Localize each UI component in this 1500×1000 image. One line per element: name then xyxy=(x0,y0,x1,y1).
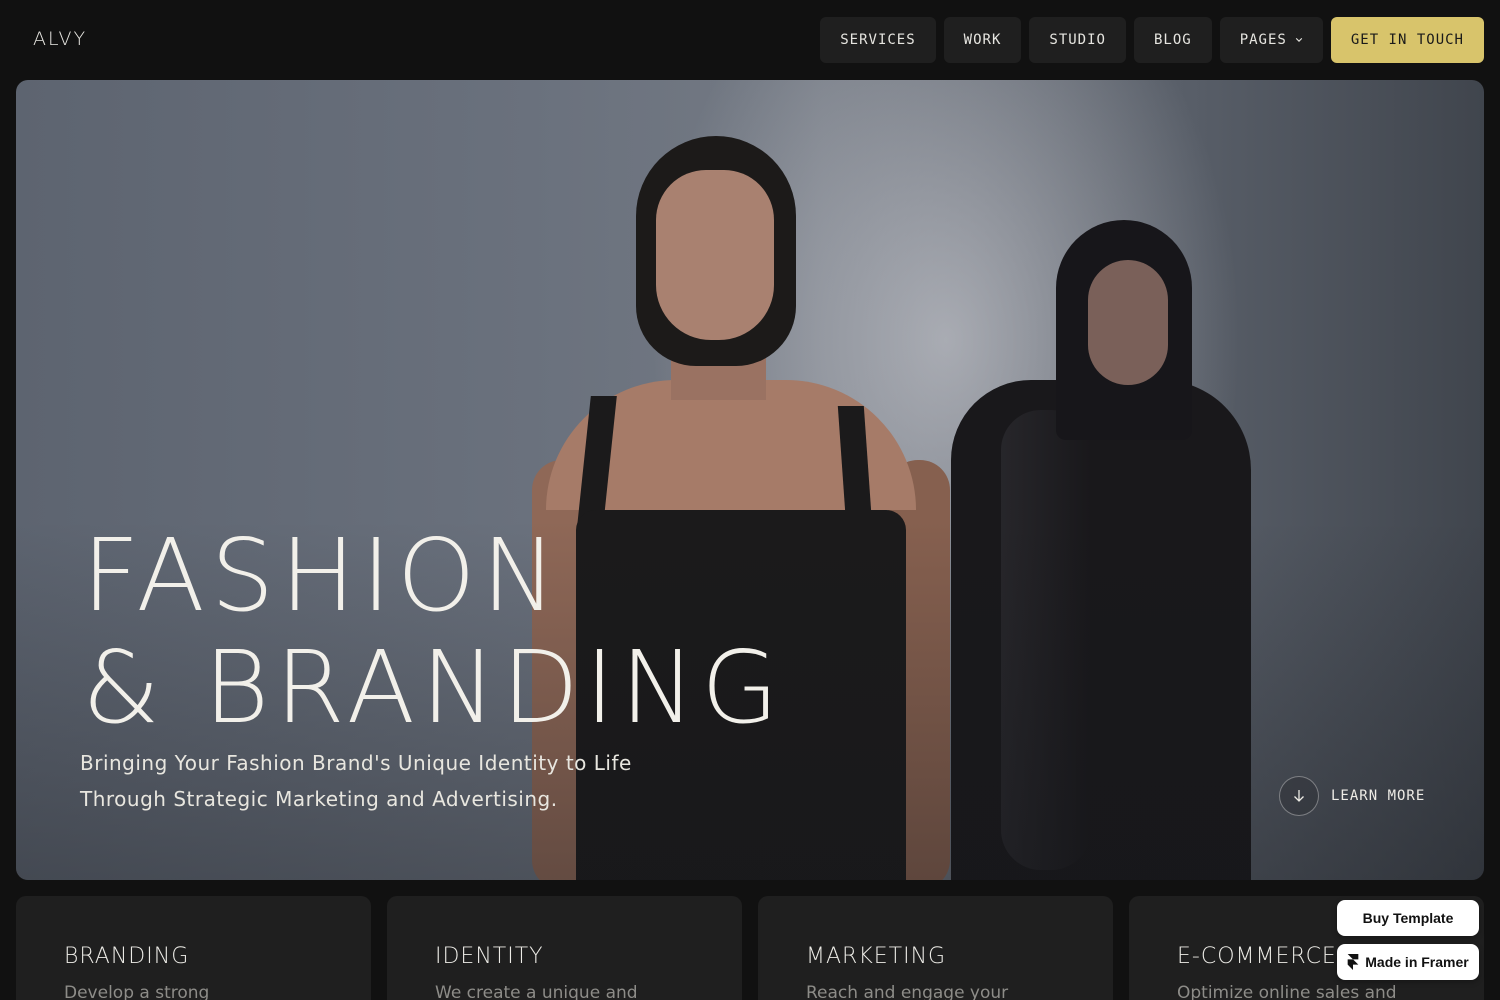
hero-subtitle: Bringing Your Fashion Brand's Unique Ide… xyxy=(80,745,680,817)
service-card-marketing[interactable]: MARKETING Reach and engage your xyxy=(758,896,1113,1000)
learn-more-label: LEARN MORE xyxy=(1331,788,1426,804)
main-nav: SERVICES WORK STUDIO BLOG PAGES GET IN T… xyxy=(820,17,1484,63)
hero-subtitle-line2: Through Strategic Marketing and Advertis… xyxy=(80,787,558,811)
service-card-desc: Reach and engage your xyxy=(806,983,1009,1000)
services-row: BRANDING Develop a strong IDENTITY We cr… xyxy=(16,896,1484,1000)
hero-subtitle-line1: Bringing Your Fashion Brand's Unique Ide… xyxy=(80,751,632,775)
made-in-framer-label: Made in Framer xyxy=(1365,954,1469,970)
nav-work-label: WORK xyxy=(963,32,1002,48)
nav-pages[interactable]: PAGES xyxy=(1219,17,1323,63)
nav-services[interactable]: SERVICES xyxy=(820,17,936,63)
framer-logo-icon xyxy=(1347,954,1359,970)
learn-more-button[interactable]: LEARN MORE xyxy=(1279,776,1425,816)
service-card-desc: Develop a strong xyxy=(64,983,210,1000)
service-card-desc: We create a unique and xyxy=(435,983,638,1000)
service-card-title: MARKETING xyxy=(806,944,947,969)
buy-template-label: Buy Template xyxy=(1362,910,1454,926)
service-card-desc: Optimize online sales and xyxy=(1177,983,1397,1000)
site-header: ALVY SERVICES WORK STUDIO BLOG PAGES GET… xyxy=(0,0,1500,80)
made-in-framer-button[interactable]: Made in Framer xyxy=(1337,944,1479,980)
get-in-touch-label: GET IN TOUCH xyxy=(1350,32,1464,48)
hero-title-line2: & BRANDING xyxy=(82,629,785,746)
nav-pages-label: PAGES xyxy=(1239,32,1287,48)
chevron-down-icon xyxy=(1295,38,1303,42)
hero-section: FASHION & BRANDING Bringing Your Fashion… xyxy=(16,80,1484,880)
nav-work[interactable]: WORK xyxy=(943,17,1022,63)
nav-blog[interactable]: BLOG xyxy=(1133,17,1212,63)
nav-studio[interactable]: STUDIO xyxy=(1029,17,1126,63)
service-card-identity[interactable]: IDENTITY We create a unique and xyxy=(387,896,742,1000)
learn-more-circle xyxy=(1279,776,1319,816)
nav-services-label: SERVICES xyxy=(840,32,916,48)
service-card-title: BRANDING xyxy=(64,944,190,969)
arrow-down-icon xyxy=(1294,790,1304,802)
hero-title-line1: FASHION xyxy=(82,517,563,634)
site-logo[interactable]: ALVY xyxy=(33,28,87,50)
service-card-branding[interactable]: BRANDING Develop a strong xyxy=(16,896,371,1000)
service-card-title: IDENTITY xyxy=(435,944,544,969)
nav-blog-label: BLOG xyxy=(1153,32,1192,48)
nav-studio-label: STUDIO xyxy=(1049,32,1106,48)
buy-template-button[interactable]: Buy Template xyxy=(1337,900,1479,936)
hero-title: FASHION & BRANDING xyxy=(82,520,785,744)
get-in-touch-button[interactable]: GET IN TOUCH xyxy=(1330,17,1484,63)
